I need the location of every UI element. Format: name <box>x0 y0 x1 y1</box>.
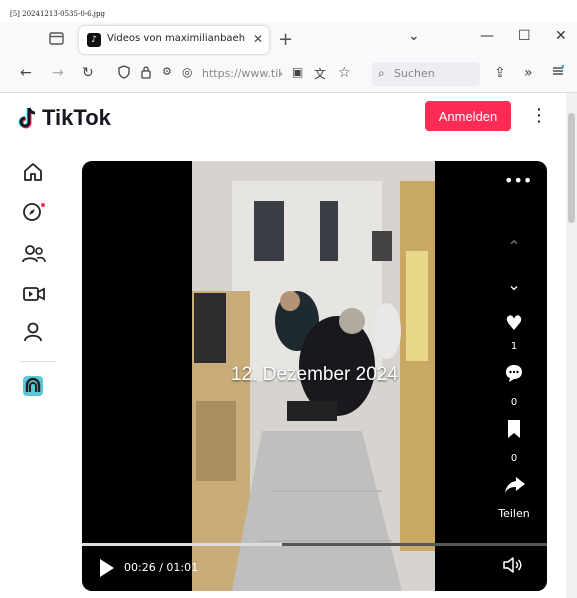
menu-icon[interactable] <box>552 64 565 81</box>
url-field[interactable]: https://www.tiktok <box>202 67 282 80</box>
playback-time: 00:26 / 01:01 <box>124 561 199 574</box>
sidebar <box>0 143 66 598</box>
logo-text: TikTok <box>42 105 111 130</box>
sidebar-home-icon[interactable] <box>22 161 46 185</box>
close-button[interactable]: ✕ <box>555 28 567 44</box>
sidebar-live-icon[interactable] <box>22 283 46 307</box>
scrollbar-thumb[interactable] <box>568 113 575 223</box>
share-arrow-icon[interactable] <box>504 475 525 499</box>
comment-count: 0 <box>510 397 518 408</box>
tab-title: Videos von maximilianbaehring <box>107 33 245 44</box>
sidebar-explore-icon[interactable] <box>22 201 46 225</box>
login-button[interactable]: Anmelden <box>425 101 511 131</box>
browser-tab-bar: ♪ Videos von maximilianbaehring ✕ + ⌄ — … <box>0 22 577 56</box>
new-tab-button[interactable]: + <box>278 29 293 50</box>
next-video-icon[interactable]: ⌄ <box>504 275 524 294</box>
reader-view-icon[interactable]: ▣ <box>292 65 303 79</box>
sidebar-profile-icon[interactable] <box>22 321 46 345</box>
bookmark-star-icon[interactable]: ☆ <box>338 65 351 81</box>
maximize-button[interactable]: ☐ <box>518 28 531 44</box>
sidebar-avatar-icon[interactable] <box>22 375 46 399</box>
forward-icon[interactable]: → <box>52 65 64 81</box>
reload-icon[interactable]: ↻ <box>82 65 94 81</box>
tiktok-note-icon <box>18 107 36 129</box>
browser-tab-active[interactable]: ♪ Videos von maximilianbaehring ✕ <box>79 26 269 54</box>
like-count: 1 <box>510 341 518 352</box>
image-filename: [5] 20241213-0535-0-6.jpg <box>10 10 105 18</box>
more-options-icon[interactable]: ⋮ <box>530 105 548 126</box>
sidebar-following-icon[interactable] <box>22 243 46 267</box>
progress-bar[interactable] <box>82 543 547 546</box>
notification-dot <box>41 203 45 207</box>
video-player[interactable]: 12. Dezember 2024 ••• ⌃ ⌄ ♥ 1 0 0 Teilen… <box>82 161 547 591</box>
save-count: 0 <box>510 453 518 464</box>
play-icon[interactable] <box>100 559 114 577</box>
volume-icon[interactable] <box>502 557 522 577</box>
video-more-icon[interactable]: ••• <box>504 171 532 190</box>
search-icon: ⌕ <box>378 66 385 80</box>
tab-list-icon[interactable] <box>48 30 66 46</box>
lock-icon[interactable] <box>140 65 152 83</box>
tab-dropdown-icon[interactable]: ⌄ <box>408 28 420 44</box>
share-icon[interactable]: ⇪ <box>494 65 506 81</box>
tiktok-favicon-icon: ♪ <box>87 33 101 47</box>
overflow-chevron-icon[interactable]: » <box>524 65 533 81</box>
permissions-icon[interactable]: ⚙ <box>162 65 172 78</box>
sidebar-divider <box>20 361 56 362</box>
progress-fill <box>82 543 282 546</box>
like-icon[interactable]: ♥ <box>504 311 524 335</box>
app-header: TikTok Anmelden ⋮ <box>0 93 565 143</box>
share-label: Teilen <box>498 507 530 520</box>
tracking-icon[interactable]: ◎ <box>182 65 192 79</box>
search-input[interactable]: ⌕ Suchen <box>372 62 480 86</box>
translate-icon[interactable]: 文 <box>314 65 326 82</box>
browser-nav-bar: ← → ↻ ⚙ ◎ https://www.tiktok ▣ 文 ☆ ⌕ Suc… <box>0 56 577 93</box>
tab-close-icon[interactable]: ✕ <box>253 32 263 46</box>
shield-icon[interactable] <box>118 65 130 83</box>
comment-icon[interactable] <box>504 363 524 387</box>
search-placeholder: Suchen <box>394 67 435 80</box>
back-icon[interactable]: ← <box>20 65 32 81</box>
page-scrollbar[interactable] <box>566 93 577 598</box>
bookmark-icon[interactable] <box>504 419 524 443</box>
video-overlay-text: 12. Dezember 2024 <box>231 364 398 385</box>
minimize-button[interactable]: — <box>480 28 494 44</box>
previous-video-icon[interactable]: ⌃ <box>504 237 524 256</box>
